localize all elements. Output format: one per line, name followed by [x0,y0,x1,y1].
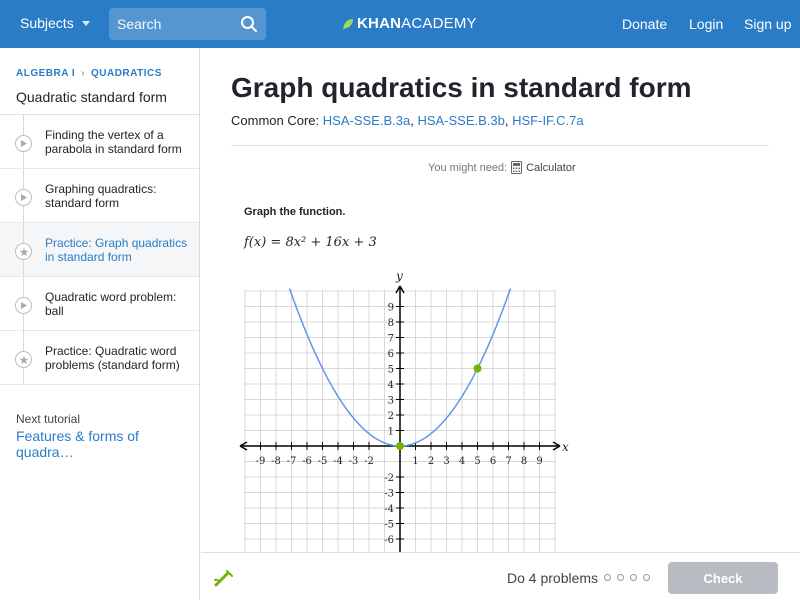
x-tick-label: 4 [459,456,465,467]
calculator-icon[interactable] [511,161,523,174]
progress-dot [643,574,650,581]
chevron-down-icon [81,20,90,26]
tutorial-item-list: Finding the vertex of a parabola in stan… [0,114,199,385]
x-tick-label: -8 [271,456,281,467]
x-tick-label: -7 [287,456,297,467]
y-tick-label: 5 [388,365,394,376]
breadcrumb-quadratics[interactable]: QUADRATICS [91,68,162,79]
x-tick-label: 9 [536,456,542,467]
tutorial-title: Quadratic standard form [16,89,167,105]
y-tick-label: 9 [388,303,394,314]
y-tick-label: 3 [388,396,394,407]
breadcrumb: ALGEBRA I › QUADRATICS [16,68,162,79]
x-tick-label: 1 [412,456,418,467]
y-tick-label: -2 [384,473,394,484]
search-icon[interactable] [240,15,258,33]
x-tick-label: 8 [521,456,527,467]
y-tick-label: 8 [388,318,394,329]
check-button[interactable]: Check [668,562,778,594]
problem-count: Do 4 problems [507,570,599,586]
logo-rest-text: ACADEMY [401,15,477,32]
breadcrumb-algebra[interactable]: ALGEBRA I [16,68,75,79]
x-tick-label: -3 [349,456,359,467]
logo-bold-text: KHAN [357,15,402,32]
common-core-label: Common Core: [231,113,320,128]
y-tick-label: -5 [384,520,394,531]
sidebar-item-label: Practice: Quadratic word problems (stand… [45,344,180,372]
standard-link-sse-b3b[interactable]: HSA-SSE.B.3b [417,113,504,128]
top-navigation-bar: Subjects KHANACADEMY Donate Login Sign u… [0,0,800,48]
x-tick-label: 6 [490,456,496,467]
tutorial-sidebar: ALGEBRA I › QUADRATICS Quadratic standar… [0,48,200,600]
x-tick-label: -5 [318,456,328,467]
scratchpad-icon[interactable] [213,568,235,588]
function-expression: f(x) = 8x² + 16x + 3 [244,235,377,250]
sidebar-item-graphing-video[interactable]: Graphing quadratics: standard form [0,169,199,223]
x-tick-label: 7 [505,456,511,467]
calculator-link[interactable]: Calculator [526,162,576,174]
play-icon [15,297,32,314]
sidebar-item-label: Practice: Graph quadratics in standard f… [45,236,188,264]
sidebar-item-practice-word[interactable]: Practice: Quadratic word problems (stand… [0,331,199,385]
login-link[interactable]: Login [689,16,723,32]
y-tick-label: 7 [388,334,394,345]
you-might-need: You might need: Calculator [428,161,576,174]
graph-area[interactable]: xy-9 -8 -7 -6 -5 -4 -3 -2 1 2 3 4 5 6 7 8 9987654321-2-3… [201,268,800,552]
common-core-standards: Common Core: HSA-SSE.B.3a, HSA-SSE.B.3b,… [231,113,584,128]
donate-link[interactable]: Donate [622,16,667,32]
x-tick-label: 3 [443,456,449,467]
exercise-content: Graph quadratics in standard form Common… [201,48,800,552]
page-title: Graph quadratics in standard form [231,72,692,103]
sidebar-item-ball-video[interactable]: Quadratic word problem: ball [0,277,199,331]
x-tick-label: 2 [428,456,434,467]
x-tick-label: 5 [474,456,480,467]
standard-link-if-c7a[interactable]: HSF-IF.C.7a [512,113,584,128]
x-tick-label: -4 [333,456,343,467]
x-tick-label: -2 [364,456,374,467]
search-input[interactable] [117,16,237,32]
signup-link[interactable]: Sign up [744,16,791,32]
next-tutorial-label: Next tutorial [16,412,81,426]
y-tick-label: 1 [388,427,394,438]
you-might-need-label: You might need: [428,161,508,174]
sidebar-item-practice-graph[interactable]: Practice: Graph quadratics in standard f… [0,223,199,277]
progress-dot [604,574,611,581]
khan-academy-logo[interactable]: KHANACADEMY [342,15,477,32]
y-tick-label: 6 [388,349,394,360]
y-tick-label: 4 [388,380,394,391]
x-tick-label: -6 [302,456,312,467]
x-axis-label: x [562,440,569,454]
sidebar-item-label: Finding the vertex of a parabola in stan… [45,128,182,156]
play-icon [15,135,32,152]
search-box[interactable] [109,8,266,40]
divider [231,145,769,146]
progress-dot [630,574,637,581]
chevron-right-icon: › [81,68,85,79]
draggable-point[interactable] [473,364,482,373]
x-tick-label: -9 [256,456,266,467]
standard-link-sse-b3a[interactable]: HSA-SSE.B.3a [323,113,410,128]
y-tick-label: -6 [384,535,394,546]
star-icon [15,243,32,260]
sidebar-item-label: Quadratic word problem: ball [45,290,177,318]
question-prompt: Graph the function. [244,206,346,218]
sidebar-item-vertex-video[interactable]: Finding the vertex of a parabola in stan… [0,115,199,169]
sidebar-item-label: Graphing quadratics: standard form [45,182,157,210]
y-tick-label: 2 [388,411,394,422]
y-tick-label: -3 [384,489,394,500]
next-tutorial-link[interactable]: Features & forms of quadra… [16,428,199,460]
subjects-label: Subjects [20,15,74,31]
leaf-icon [343,18,353,29]
y-tick-label: -4 [384,504,394,515]
exercise-footer: Do 4 problems Check [201,552,800,600]
y-axis-label: y [395,269,403,283]
play-icon [15,189,32,206]
progress-dots [604,574,650,581]
draggable-point[interactable] [396,442,404,450]
star-icon [15,351,32,368]
progress-dot [617,574,624,581]
subjects-menu-button[interactable]: Subjects [20,15,90,31]
